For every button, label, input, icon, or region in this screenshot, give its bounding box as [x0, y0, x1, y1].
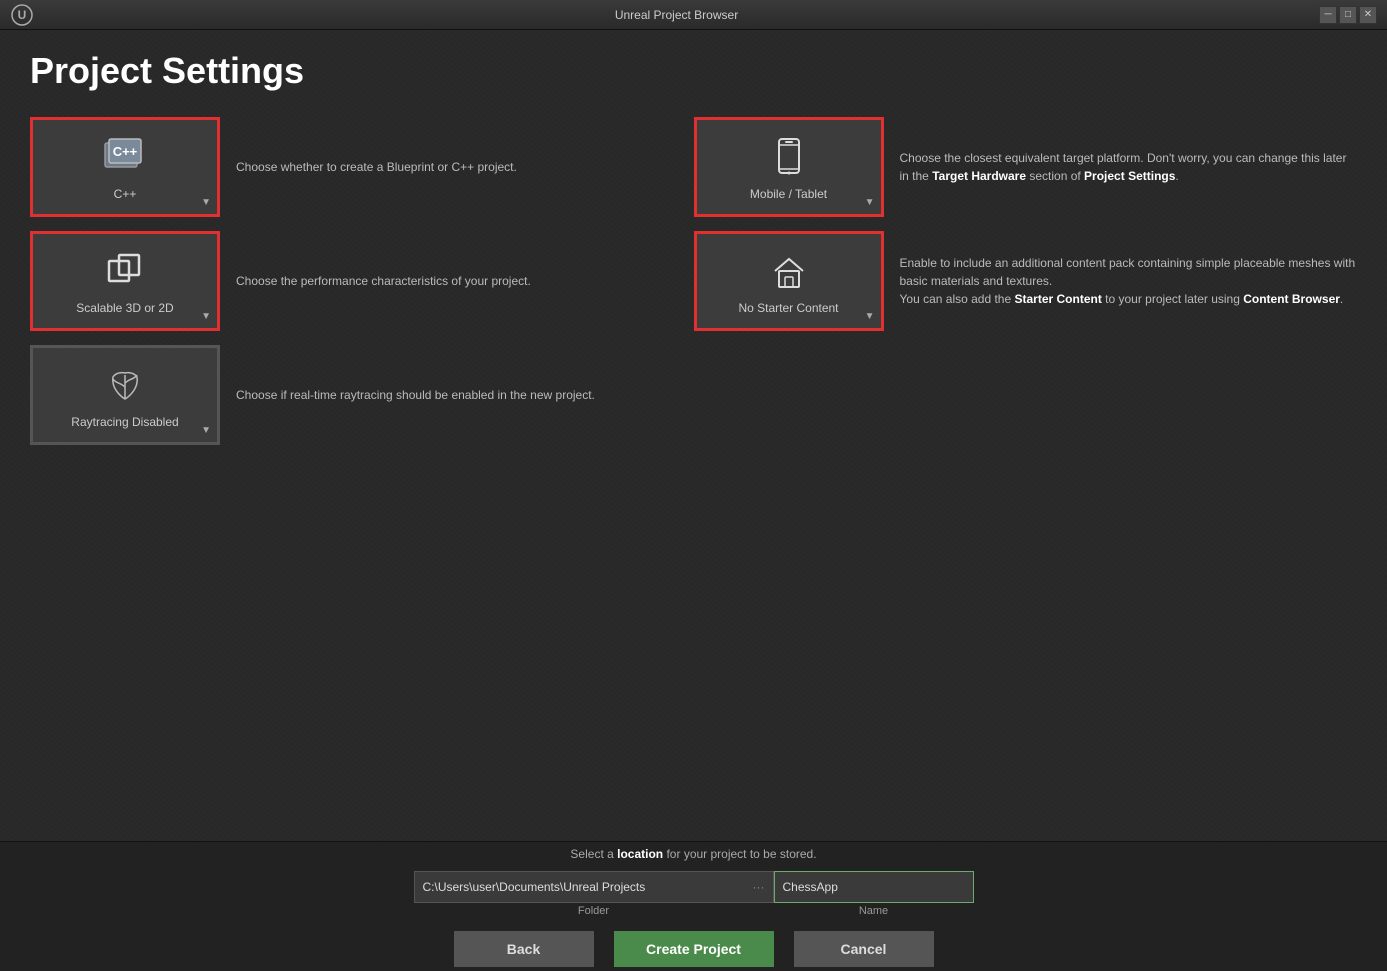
folder-label: Folder: [578, 905, 609, 917]
titlebar-controls: ─ □ ✕: [1319, 6, 1377, 24]
content-row: No Starter Content ▼ Enable to include a…: [694, 226, 1358, 336]
settings-left: C++ C++ ▼ Choose whether to create a Blu…: [30, 112, 694, 821]
scalable-icon: [101, 247, 149, 295]
raytracing-tile[interactable]: Raytracing Disabled ▼: [30, 345, 220, 445]
folder-input-wrap: C:\Users\user\Documents\Unreal Projects …: [414, 871, 774, 917]
settings-right: Mobile / Tablet ▼ Choose the closest equ…: [694, 112, 1358, 821]
name-input-wrap: ChessApp Name: [774, 871, 974, 917]
main-content: Project Settings C++ C++ ▼ Choose: [0, 30, 1387, 841]
footer-inputs: C:\Users\user\Documents\Unreal Projects …: [414, 871, 974, 917]
content-desc: Enable to include an additional content …: [900, 254, 1358, 308]
quality-dropdown-icon: ▼: [201, 311, 211, 322]
minimize-button[interactable]: ─: [1319, 6, 1337, 24]
project-type-dropdown-icon: ▼: [201, 197, 211, 208]
project-type-desc: Choose whether to create a Blueprint or …: [236, 158, 694, 176]
folder-field[interactable]: C:\Users\user\Documents\Unreal Projects …: [414, 871, 774, 903]
content-tile[interactable]: No Starter Content ▼: [694, 231, 884, 331]
raytracing-label: Raytracing Disabled: [71, 415, 178, 429]
content-label: No Starter Content: [738, 301, 838, 315]
quality-label: Scalable 3D or 2D: [76, 301, 173, 315]
project-name-text: ChessApp: [783, 880, 838, 894]
location-bold: location: [617, 847, 663, 861]
settings-grid: C++ C++ ▼ Choose whether to create a Blu…: [30, 112, 1357, 821]
create-project-button[interactable]: Create Project: [614, 931, 774, 967]
project-name-field[interactable]: ChessApp: [774, 871, 974, 903]
folder-path-text: C:\Users\user\Documents\Unreal Projects: [423, 880, 747, 894]
raytracing-row: Raytracing Disabled ▼ Choose if real-tim…: [30, 340, 694, 450]
project-type-tile[interactable]: C++ C++ ▼: [30, 117, 220, 217]
maximize-button[interactable]: □: [1339, 6, 1357, 24]
folder-ellipsis-btn[interactable]: ···: [753, 880, 765, 894]
titlebar: U Unreal Project Browser ─ □ ✕: [0, 0, 1387, 30]
back-button[interactable]: Back: [454, 931, 594, 967]
project-type-label: C++: [114, 187, 137, 201]
platform-desc: Choose the closest equivalent target pla…: [900, 149, 1358, 185]
titlebar-logo: U: [10, 3, 34, 27]
footer-buttons: Back Create Project Cancel: [454, 931, 934, 967]
quality-row: Scalable 3D or 2D ▼ Choose the performan…: [30, 226, 694, 336]
platform-row: Mobile / Tablet ▼ Choose the closest equ…: [694, 112, 1358, 222]
footer: Select a location for your project to be…: [0, 841, 1387, 971]
footer-location-text: Select a location for your project to be…: [570, 847, 816, 861]
cancel-button[interactable]: Cancel: [794, 931, 934, 967]
platform-label: Mobile / Tablet: [750, 187, 827, 201]
mobile-icon: [765, 133, 813, 181]
titlebar-title: Unreal Project Browser: [34, 8, 1319, 22]
svg-text:C++: C++: [113, 144, 138, 159]
content-icon: [765, 247, 813, 295]
platform-tile[interactable]: Mobile / Tablet ▼: [694, 117, 884, 217]
quality-tile[interactable]: Scalable 3D or 2D ▼: [30, 231, 220, 331]
raytracing-dropdown-icon: ▼: [201, 425, 211, 436]
project-type-row: C++ C++ ▼ Choose whether to create a Blu…: [30, 112, 694, 222]
svg-text:U: U: [18, 8, 27, 22]
cpp-icon: C++: [101, 133, 149, 181]
raytracing-desc: Choose if real-time raytracing should be…: [236, 386, 694, 404]
quality-desc: Choose the performance characteristics o…: [236, 272, 694, 290]
name-label: Name: [859, 905, 888, 917]
raytracing-icon: [101, 361, 149, 409]
page-title: Project Settings: [30, 50, 1357, 92]
close-button[interactable]: ✕: [1359, 6, 1377, 24]
platform-dropdown-icon: ▼: [865, 197, 875, 208]
content-dropdown-icon: ▼: [865, 311, 875, 322]
